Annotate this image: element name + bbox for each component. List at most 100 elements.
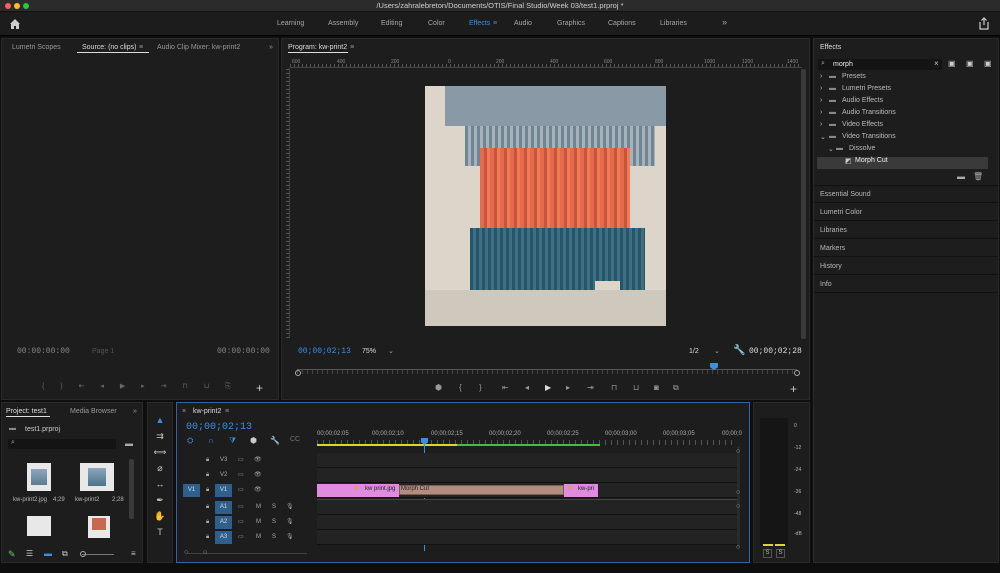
scroll-handle-icon[interactable]: ○ bbox=[736, 448, 740, 455]
wrench-icon[interactable]: 🔧 bbox=[733, 345, 745, 356]
new-bin-icon[interactable]: ▬ bbox=[125, 439, 133, 448]
tab-source[interactable]: Source: (no clips) bbox=[82, 44, 136, 51]
icon-view-icon[interactable]: ▬ bbox=[44, 549, 52, 558]
effects-tree-lumetri-presets[interactable]: › ▬ Lumetri Presets bbox=[814, 85, 998, 97]
panel-info[interactable]: Info bbox=[814, 275, 998, 293]
track-header-v3[interactable]: 🔒︎ V3 ▭ 👁︎ bbox=[177, 453, 317, 468]
meter-solo-right[interactable]: S bbox=[776, 549, 785, 558]
accelerated-effects-icon[interactable]: ▣ bbox=[948, 59, 956, 68]
camera-icon[interactable]: ◙ bbox=[654, 383, 659, 393]
tab-project[interactable]: Project: test1 bbox=[6, 408, 47, 415]
program-title[interactable]: Program: kw-print2 bbox=[288, 44, 347, 51]
program-playhead-timecode[interactable]: 00;00;02;13 bbox=[298, 347, 351, 356]
audio-track-lanes[interactable] bbox=[317, 500, 737, 545]
lock-icon[interactable]: 🔒︎ bbox=[206, 487, 209, 494]
panel-markers[interactable]: Markers bbox=[814, 239, 998, 257]
sync-lock-icon[interactable]: ▭ bbox=[238, 456, 244, 463]
comparison-view-icon[interactable]: ⧉ bbox=[673, 383, 679, 393]
microphone-icon[interactable]: 🎙︎ bbox=[286, 518, 294, 525]
clip-left[interactable]: fx kw print.jpg bbox=[317, 484, 399, 497]
lock-icon[interactable]: 🔒︎ bbox=[206, 472, 209, 479]
hand-tool-icon[interactable]: ✋ bbox=[153, 509, 167, 523]
thumbnail-size-slider[interactable] bbox=[82, 554, 114, 555]
workspace-libraries[interactable]: Libraries bbox=[660, 20, 687, 27]
scrubber-start-handle[interactable] bbox=[295, 370, 301, 376]
sync-lock-icon[interactable]: ▭ bbox=[238, 503, 244, 510]
workspace-audio[interactable]: Audio bbox=[514, 20, 532, 27]
razor-tool-icon[interactable]: ⌀ bbox=[153, 461, 167, 475]
step-forward-icon[interactable]: ▸ bbox=[566, 383, 570, 393]
mute-button[interactable]: M bbox=[256, 534, 261, 540]
sync-lock-icon[interactable]: ▭ bbox=[238, 518, 244, 525]
effects-tree-morph-cut[interactable]: ◩ Morph Cut bbox=[817, 157, 988, 169]
close-sequence-icon[interactable]: × bbox=[182, 408, 186, 415]
solo-button[interactable]: S bbox=[272, 534, 276, 540]
lock-icon[interactable]: 🔒︎ bbox=[206, 534, 209, 541]
go-to-out-icon[interactable]: ⇥ bbox=[587, 383, 594, 393]
microphone-icon[interactable]: 🎙︎ bbox=[286, 503, 294, 510]
mark-out-icon[interactable]: } bbox=[479, 383, 482, 393]
track-header-v1[interactable]: V1 🔒︎ V1 ▭ 👁︎ bbox=[177, 483, 317, 498]
add-marker-icon[interactable]: ⬢ bbox=[250, 436, 257, 445]
lock-icon[interactable]: 🔒︎ bbox=[206, 457, 209, 464]
tab-sequence[interactable]: kw-print2 bbox=[193, 408, 221, 415]
program-zoom-select[interactable]: 75% bbox=[362, 348, 376, 355]
panel-overflow-icon[interactable]: » bbox=[133, 408, 137, 415]
workspace-captions[interactable]: Captions bbox=[608, 20, 636, 27]
scroll-handle-icon[interactable]: ○ bbox=[736, 489, 740, 496]
source-add-button-icon[interactable]: + bbox=[256, 381, 263, 395]
clip-right[interactable]: fx kw-pri bbox=[564, 484, 598, 497]
delete-icon[interactable]: 🗑 bbox=[973, 172, 983, 181]
home-icon[interactable] bbox=[9, 18, 21, 30]
timeline-ruler[interactable]: 00;00;02;05 00;00;02;10 00;00;02;15 00;0… bbox=[317, 429, 742, 449]
project-search-field[interactable]: ⌕ bbox=[8, 439, 116, 449]
share-icon[interactable] bbox=[978, 17, 990, 30]
effects-tree-audio-effects[interactable]: › ▬ Audio Effects bbox=[814, 97, 998, 109]
solo-button[interactable]: S bbox=[272, 504, 276, 510]
lock-icon[interactable]: 🔒︎ bbox=[206, 504, 209, 511]
workspace-assembly[interactable]: Assembly bbox=[328, 20, 358, 27]
sync-lock-icon[interactable]: ▭ bbox=[238, 533, 244, 540]
microphone-icon[interactable]: 🎙︎ bbox=[286, 533, 294, 540]
tab-lumetri-scopes[interactable]: Lumetri Scopes bbox=[12, 44, 61, 51]
effects-tree-presets[interactable]: › ▬ Presets bbox=[814, 73, 998, 85]
panel-history[interactable]: History bbox=[814, 257, 998, 275]
freeform-view-icon[interactable]: ⧉ bbox=[62, 549, 68, 559]
chevron-down-icon[interactable]: ⌄ bbox=[714, 347, 720, 355]
captions-icon[interactable]: CC bbox=[290, 436, 300, 443]
32bit-effects-icon[interactable]: ▣ bbox=[966, 59, 974, 68]
extract-icon[interactable]: ⊔ bbox=[633, 383, 639, 393]
nest-icon[interactable]: ⛭ bbox=[187, 436, 193, 446]
eye-icon[interactable]: 👁︎ bbox=[254, 456, 262, 463]
sync-lock-icon[interactable]: ▭ bbox=[238, 486, 244, 493]
scroll-handle-icon[interactable]: ○ bbox=[736, 503, 740, 510]
timeline-vertical-scrollbar[interactable] bbox=[737, 447, 740, 547]
selection-tool-icon[interactable]: ▲ bbox=[153, 413, 167, 427]
workspace-menu-icon[interactable]: ≡ bbox=[493, 20, 497, 27]
lift-icon[interactable]: ⊓ bbox=[611, 383, 617, 393]
source-menu-icon[interactable]: ≡ bbox=[139, 44, 143, 51]
zoom-handle-icon[interactable]: ○ bbox=[203, 549, 207, 556]
thumbnail-size-handle[interactable] bbox=[80, 551, 86, 557]
effects-tree-video-effects[interactable]: › ▬ Video Effects bbox=[814, 121, 998, 133]
project-thumb-2[interactable] bbox=[27, 516, 51, 536]
track-header-a3[interactable]: 🔒︎ A3 ▭ M S 🎙︎ bbox=[177, 530, 317, 545]
panel-overflow-icon[interactable]: » bbox=[269, 44, 273, 51]
mute-button[interactable]: M bbox=[256, 504, 261, 510]
effects-tree-dissolve[interactable]: ⌄ ▬ Dissolve bbox=[814, 145, 998, 157]
effects-search-field[interactable]: ⌕ morph × bbox=[818, 59, 942, 70]
yuv-effects-icon[interactable]: ▣ bbox=[984, 59, 992, 68]
program-resolution-select[interactable]: 1/2 bbox=[689, 348, 699, 355]
zoom-handle-icon[interactable]: ○ bbox=[184, 549, 188, 556]
project-thumb-1[interactable] bbox=[80, 463, 114, 491]
mark-in-icon[interactable]: { bbox=[459, 383, 462, 393]
project-scrollbar[interactable] bbox=[129, 459, 134, 519]
ripple-edit-tool-icon[interactable]: ⟺ bbox=[153, 445, 167, 459]
workspace-color[interactable]: Color bbox=[428, 20, 445, 27]
linked-selection-icon[interactable]: ⧩ bbox=[229, 436, 236, 446]
transition-morph-cut[interactable]: Morph Cut bbox=[399, 485, 564, 495]
timeline-playhead-timecode[interactable]: 00;00;02;13 bbox=[186, 422, 252, 433]
tab-media-browser[interactable]: Media Browser bbox=[70, 408, 117, 415]
wrench-icon[interactable]: 🔧 bbox=[270, 436, 280, 445]
track-header-a2[interactable]: 🔒︎ A2 ▭ M S 🎙︎ bbox=[177, 515, 317, 530]
